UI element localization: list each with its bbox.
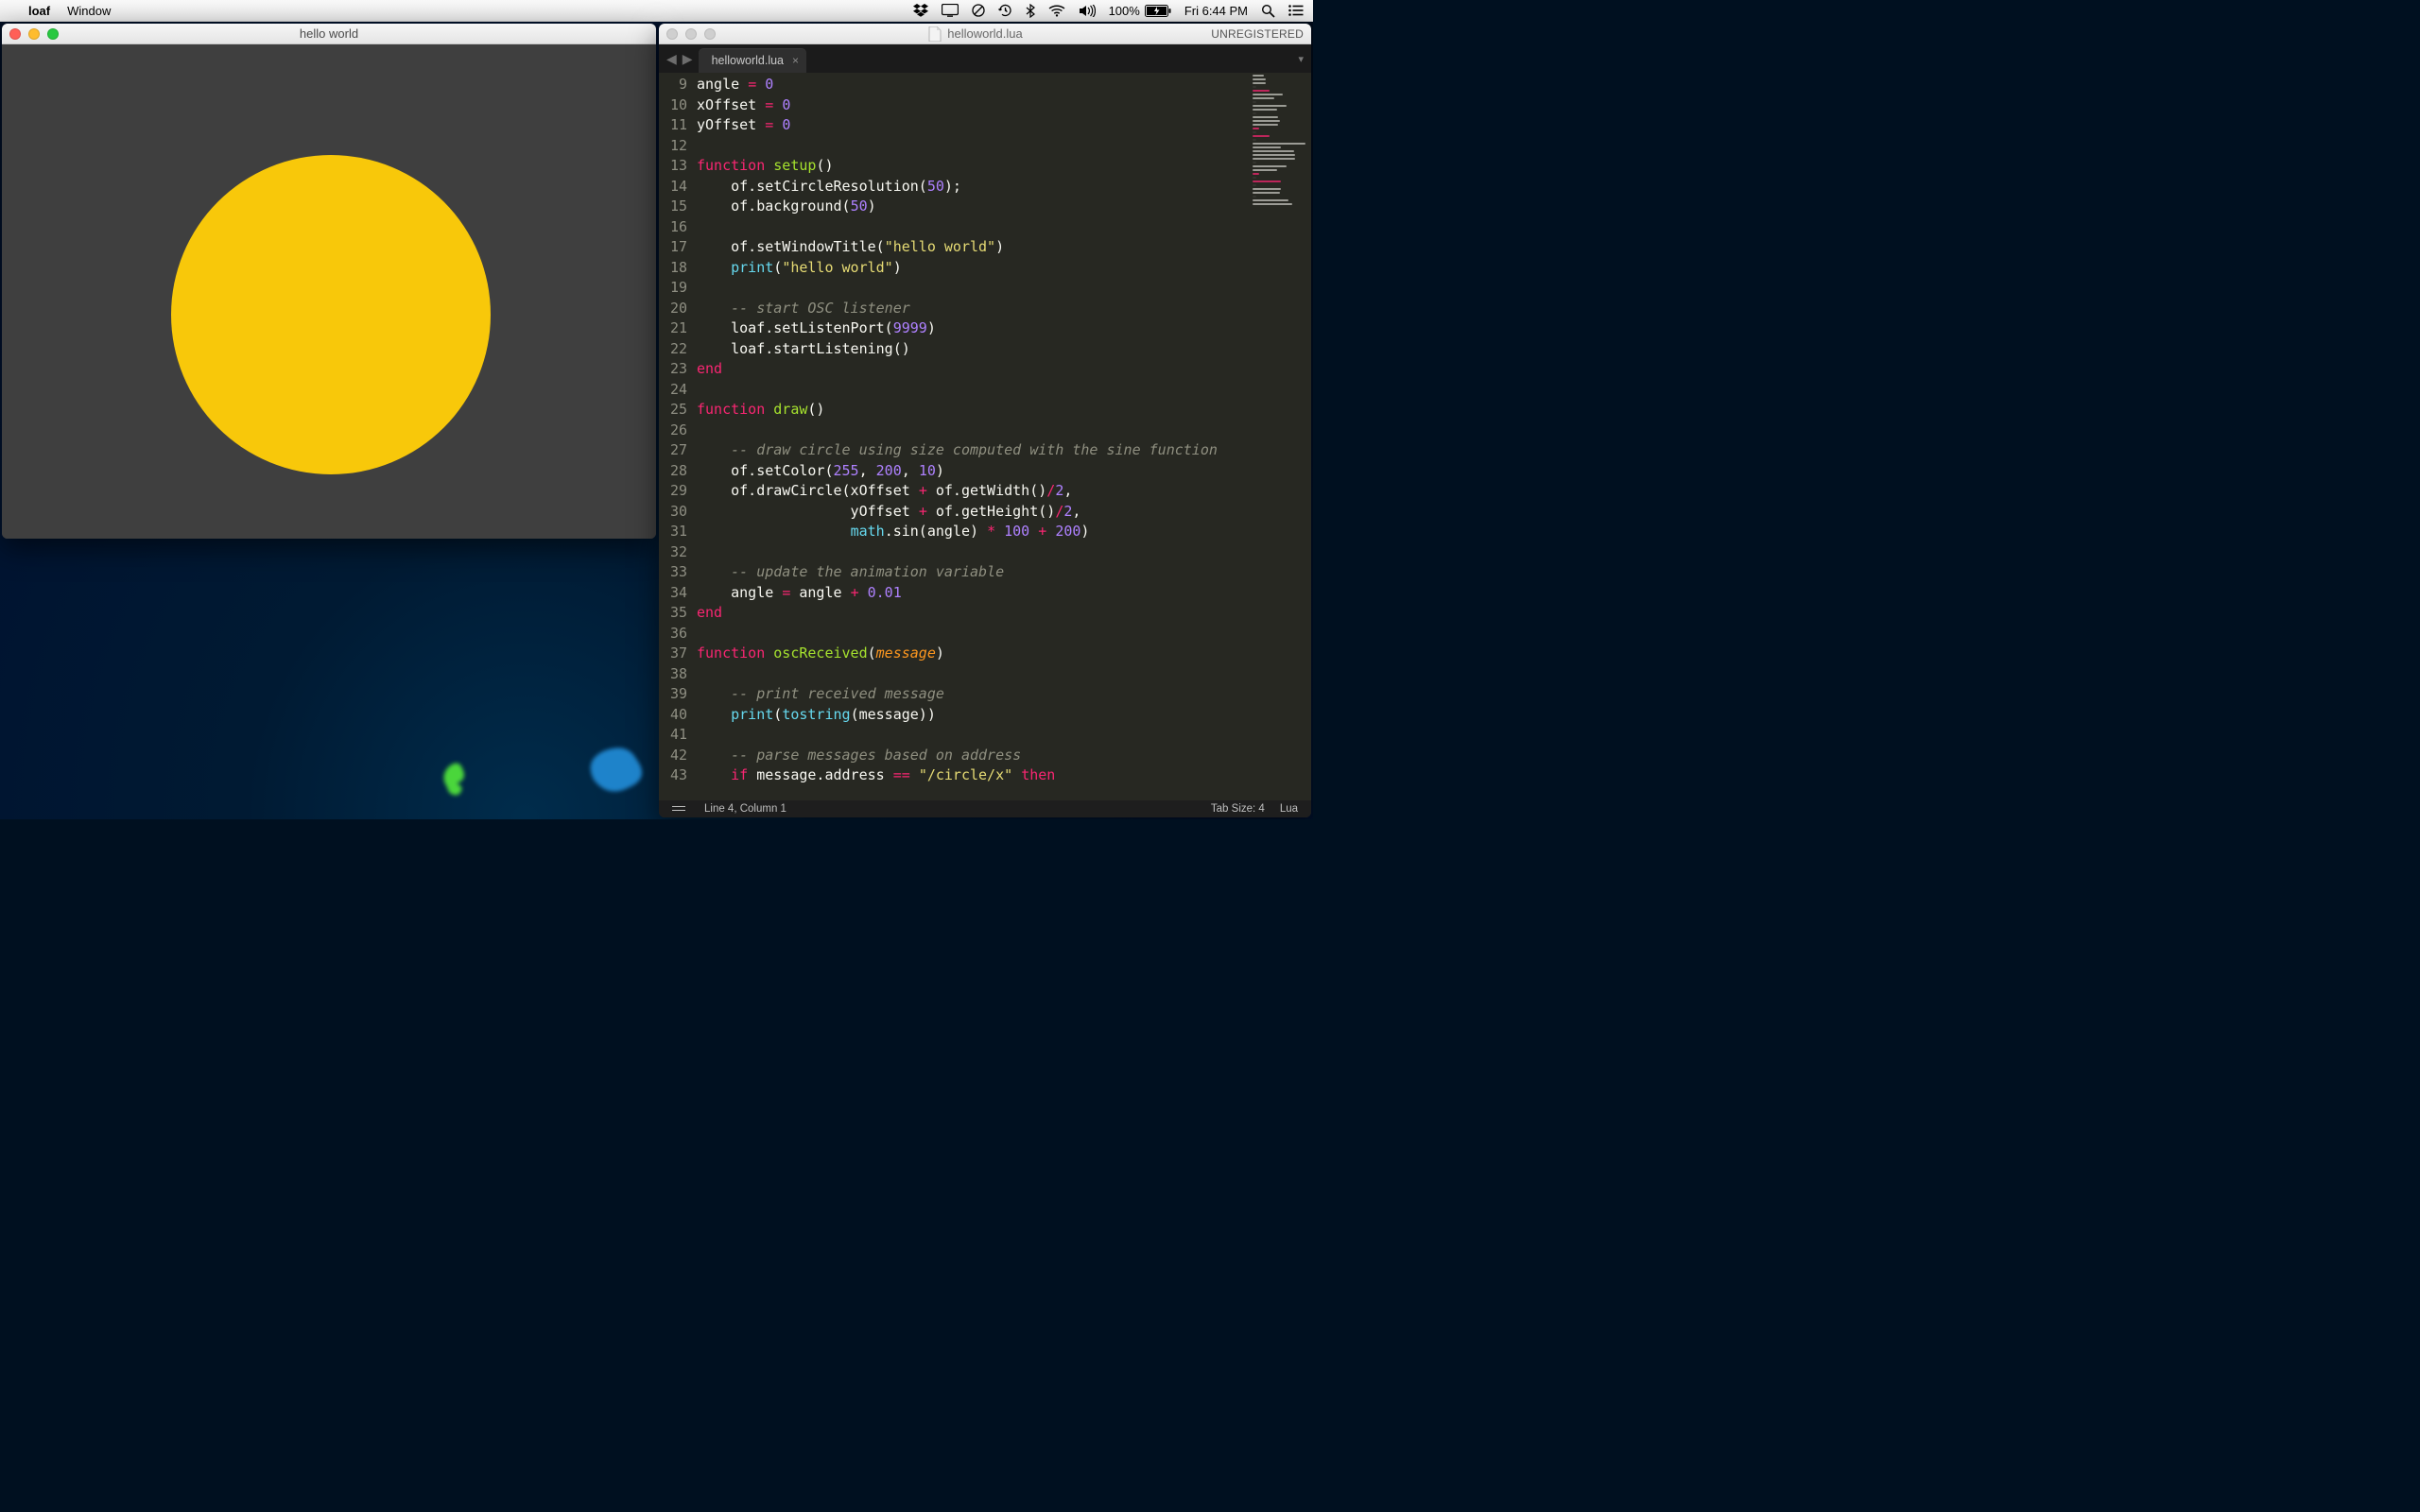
battery-status[interactable]: 100% xyxy=(1109,4,1171,18)
macos-menu-bar: loaf Window xyxy=(0,0,1313,22)
yellow-circle xyxy=(171,155,491,474)
status-bar: Line 4, Column 1 Tab Size: 4 Lua xyxy=(659,800,1311,817)
hello-world-canvas xyxy=(2,44,656,539)
nav-forward-icon[interactable]: ▶ xyxy=(683,51,693,67)
nav-back-icon[interactable]: ◀ xyxy=(666,51,677,67)
menu-window[interactable]: Window xyxy=(67,4,111,18)
cursor-position[interactable]: Line 4, Column 1 xyxy=(704,803,786,815)
desktop-background-detail xyxy=(584,732,650,799)
code-editor[interactable]: 9101112131415161718192021222324252627282… xyxy=(659,73,1311,800)
syntax-mode[interactable]: Lua xyxy=(1280,803,1298,815)
desktop-background-detail xyxy=(438,749,475,797)
dropbox-icon[interactable] xyxy=(913,4,928,17)
line-number-gutter: 9101112131415161718192021222324252627282… xyxy=(659,73,693,800)
minimap[interactable] xyxy=(1253,75,1307,226)
tab-helloworld[interactable]: helloworld.lua × xyxy=(699,48,806,73)
do-not-disturb-icon[interactable] xyxy=(972,4,985,17)
app-menu[interactable]: loaf xyxy=(28,4,50,18)
sublime-window[interactable]: helloworld.lua UNREGISTERED ◀ ▶ hellowor… xyxy=(659,24,1311,817)
tabs-overflow-icon[interactable]: ▾ xyxy=(1298,53,1304,65)
tab-bar: ◀ ▶ helloworld.lua × ▾ xyxy=(659,44,1311,73)
spotlight-icon[interactable] xyxy=(1261,4,1275,18)
timemachine-icon[interactable] xyxy=(998,4,1012,17)
wifi-icon[interactable] xyxy=(1048,5,1065,17)
panel-switcher-icon[interactable] xyxy=(672,804,685,814)
tab-close-icon[interactable]: × xyxy=(792,54,799,67)
tab-size[interactable]: Tab Size: 4 xyxy=(1211,803,1265,815)
unregistered-label: UNREGISTERED xyxy=(1211,27,1304,41)
volume-icon[interactable] xyxy=(1079,5,1096,17)
hello-world-titlebar[interactable]: hello world xyxy=(2,24,656,44)
menubar-clock[interactable]: Fri 6:44 PM xyxy=(1184,4,1248,18)
display-icon[interactable] xyxy=(942,4,959,17)
tab-label: helloworld.lua xyxy=(712,54,784,67)
code-content[interactable]: angle = 0 xOffset = 0 yOffset = 0 functi… xyxy=(697,75,1249,800)
hello-world-window[interactable]: hello world xyxy=(2,24,656,539)
notification-center-icon[interactable] xyxy=(1288,5,1304,16)
battery-percent: 100% xyxy=(1109,4,1140,18)
sublime-titlebar[interactable]: helloworld.lua UNREGISTERED xyxy=(659,24,1311,44)
bluetooth-icon[interactable] xyxy=(1026,4,1035,18)
hello-world-title: hello world xyxy=(2,26,656,41)
